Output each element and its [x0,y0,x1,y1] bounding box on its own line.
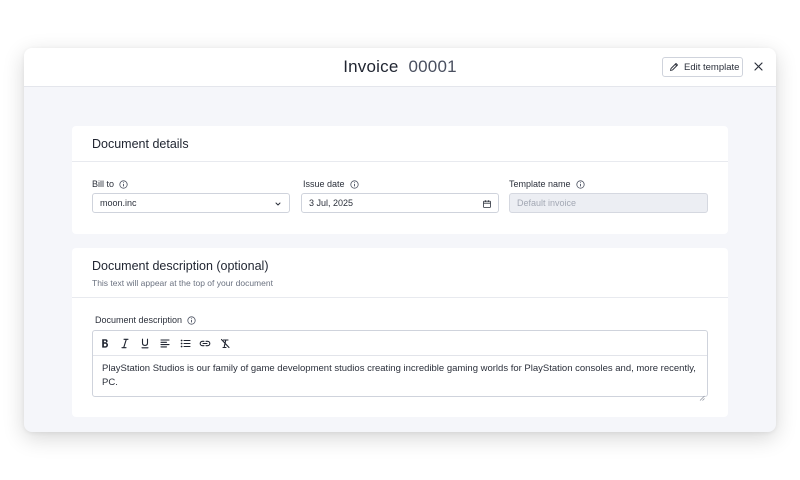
document-details-card: Document details Bill to moon.inc Issue … [72,126,728,234]
template-name-label-text: Template name [509,179,571,189]
editor-toolbar [93,331,707,356]
underline-icon[interactable] [139,337,151,349]
template-name-placeholder: Default invoice [517,198,577,208]
invoice-number: 00001 [408,57,457,76]
pencil-icon [669,62,679,72]
info-icon[interactable] [575,179,585,189]
italic-icon[interactable] [119,337,131,349]
document-description-card: Document description (optional) This tex… [72,248,728,417]
description-label-text: Document description [95,315,183,325]
link-icon[interactable] [199,337,211,349]
issue-date-label: Issue date [303,179,359,189]
edit-template-button[interactable]: Edit template [662,57,743,77]
info-icon[interactable] [349,179,359,189]
bulleted-list-icon[interactable] [179,337,191,349]
issue-date-input[interactable]: 3 Jul, 2025 [301,193,499,213]
close-button[interactable] [751,59,765,73]
card-title: Document details [92,137,189,151]
clear-format-icon[interactable] [219,337,231,349]
bold-icon[interactable] [99,337,111,349]
edit-template-label: Edit template [684,61,740,73]
chevron-down-icon [273,199,283,209]
template-name-input: Default invoice [509,193,708,213]
align-left-icon[interactable] [159,337,171,349]
issue-date-value: 3 Jul, 2025 [309,198,354,208]
issue-date-label-text: Issue date [303,179,345,189]
template-name-label: Template name [509,179,585,189]
description-text[interactable]: PlayStation Studios is our family of gam… [93,356,707,396]
invoice-title: Invoice [343,57,399,76]
bill-to-label-text: Bill to [92,179,115,189]
card-header: Document details [72,126,728,162]
calendar-icon[interactable] [482,199,492,209]
info-icon[interactable] [187,315,196,325]
bill-to-select[interactable]: moon.inc [92,193,290,213]
card-header: Document description (optional) This tex… [72,248,728,298]
rich-text-editor[interactable]: PlayStation Studios is our family of gam… [92,330,708,401]
modal-header: Invoice 00001 Edit template [24,48,776,87]
info-icon[interactable] [119,179,128,189]
resize-handle-icon[interactable] [699,388,705,401]
invoice-modal: Invoice 00001 Edit template Document deta… [24,48,776,432]
card-title: Document description (optional) [92,259,269,273]
bill-to-label: Bill to [92,179,128,189]
description-label: Document description [95,315,196,325]
close-icon [753,61,763,71]
card-subtitle: This text will appear at the top of your… [92,278,273,288]
bill-to-value: moon.inc [100,198,137,208]
